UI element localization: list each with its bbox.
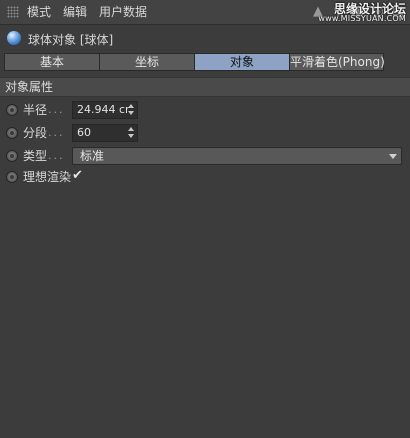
type-dropdown-value: 标准 [80, 149, 105, 163]
segments-label: 分段 [23, 126, 48, 140]
tab-basic[interactable]: 基本 [4, 53, 100, 71]
stepper-down-icon[interactable] [128, 134, 134, 138]
tab-object-label: 对象 [229, 55, 254, 69]
radius-stepper[interactable] [128, 104, 135, 116]
section-title: 对象属性 [5, 80, 54, 94]
tab-phong-label: 平滑着色(Phong) [290, 55, 385, 69]
stepper-down-icon[interactable] [128, 111, 134, 115]
stepper-up-icon[interactable] [128, 127, 134, 131]
param-type-row: 类型 ... 标准 [0, 146, 410, 166]
type-dropdown[interactable]: 标准 [72, 147, 402, 165]
type-dots: ... [48, 149, 65, 162]
param-segments-row: 分段 ... 60 [0, 123, 410, 143]
menu-item-edit[interactable]: 编辑 [63, 5, 87, 19]
tab-phong[interactable]: 平滑着色(Phong) [289, 53, 385, 71]
radius-value[interactable]: 24.944 cm [77, 103, 129, 117]
segments-field[interactable]: 60 [72, 124, 138, 142]
object-title: 球体对象 [球体] [28, 33, 114, 47]
menu-bar: 模式 编辑 用户数据 ▲ ⚲ ◉ ◎ ▤ 思缘设计论坛 www.MISSYUAN… [0, 0, 410, 25]
menu-item-mode[interactable]: 模式 [27, 5, 51, 19]
param-radius-row: 半径 ... 24.944 cm [0, 100, 410, 120]
sphere-icon [7, 31, 21, 45]
object-title-row: 球体对象 [球体] [0, 27, 410, 49]
tab-object[interactable]: 对象 [194, 53, 290, 71]
segments-animate-radio[interactable] [6, 127, 18, 139]
render-perfect-label: 理想渲染 [23, 170, 72, 184]
render-perfect-animate-radio[interactable] [6, 171, 18, 183]
menu-item-user-data[interactable]: 用户数据 [99, 5, 147, 19]
stepper-up-icon[interactable] [128, 104, 134, 108]
radius-label: 半径 [23, 103, 48, 117]
segments-dots: ... [48, 126, 65, 139]
type-label: 类型 [23, 149, 48, 163]
radius-animate-radio[interactable] [6, 104, 18, 116]
segments-value[interactable]: 60 [77, 126, 129, 140]
render-perfect-checkbox[interactable]: ✔ [72, 169, 83, 183]
tab-coordinates[interactable]: 坐标 [99, 53, 195, 71]
grip-icon[interactable] [7, 6, 19, 18]
param-render-perfect-row: 理想渲染 ✔ [0, 167, 410, 187]
attribute-tabs: 基本 坐标 对象 平滑着色(Phong) [4, 53, 385, 71]
radius-dots: ... [48, 103, 65, 116]
chevron-down-icon [389, 154, 397, 159]
tab-coordinates-label: 坐标 [134, 55, 159, 69]
section-header[interactable]: 对象属性 [0, 77, 410, 97]
segments-stepper[interactable] [128, 127, 135, 139]
tab-basic-label: 基本 [39, 55, 64, 69]
radius-field[interactable]: 24.944 cm [72, 101, 138, 119]
watermark-url: www.MISSYUAN.COM [318, 14, 406, 23]
type-animate-radio[interactable] [6, 150, 18, 162]
